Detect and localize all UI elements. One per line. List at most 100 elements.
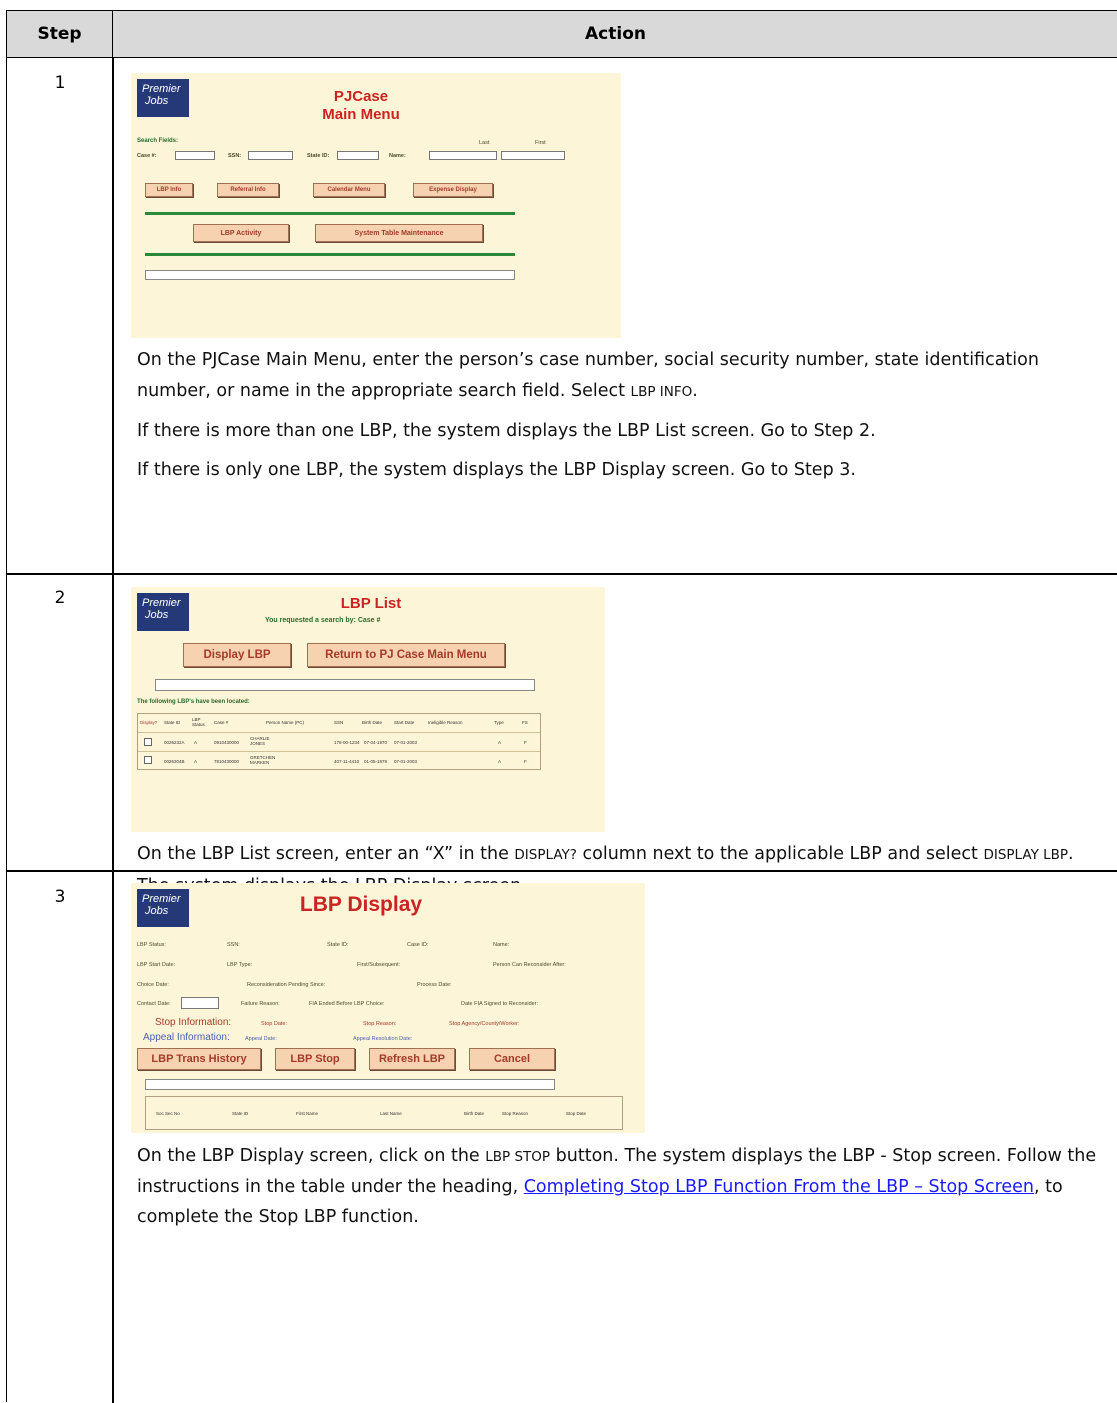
case-label: Case #: — [137, 153, 157, 159]
stop-information-label: Stop Information: — [155, 1017, 232, 1028]
cell-person-name: GRETCHEN MARKEN — [250, 755, 276, 765]
col-birth-date: Birth Date — [362, 720, 383, 725]
cell-ssn: 407-11-4410 — [334, 759, 360, 764]
step-1-paragraph-3: If there is only one LBP, the system dis… — [137, 460, 856, 480]
col-type: Type — [494, 720, 504, 725]
name-label: Name: — [389, 153, 406, 159]
process-date-label: Process Date: — [417, 982, 452, 988]
col-state-id: State ID — [232, 1111, 249, 1116]
cell-birth-date: 01-05-1979 — [364, 759, 388, 764]
name-label: Name: — [493, 942, 510, 948]
state-id-input[interactable] — [337, 151, 379, 160]
contact-date-input[interactable] — [181, 997, 219, 1009]
system-table-maintenance-button[interactable]: System Table Maintenance — [315, 224, 483, 242]
cell-fs: F — [524, 740, 527, 745]
lbp-trans-history-button[interactable]: LBP Trans History — [137, 1048, 261, 1070]
return-main-menu-button[interactable]: Return to PJ Case Main Menu — [307, 643, 505, 667]
expense-display-button[interactable]: Expense Display — [413, 183, 493, 197]
stop-agency-label: Stop Agency/County/Worker: — [449, 1021, 520, 1027]
pjcase-main-menu-screenshot: Premier Jobs PJCase Main Menu Search Fiel… — [131, 73, 621, 338]
step-1-instructions: On the PJCase Main Menu, enter the perso… — [137, 345, 1107, 494]
col-stop-date: Stop Date — [566, 1111, 587, 1116]
screen-title: LBP Display — [299, 893, 423, 916]
col-stop-reason: Stop Reason — [502, 1111, 529, 1116]
row-separator — [7, 573, 1117, 575]
calendar-menu-button[interactable]: Calendar Menu — [313, 183, 385, 197]
col-first-name: First Name — [296, 1111, 319, 1116]
appeal-date-label: Appeal Date: — [245, 1036, 277, 1042]
reconsideration-pending-label: Reconsideration Pending Since: — [247, 982, 326, 988]
lbp-start-date-label: LBP Start Date: — [137, 962, 176, 968]
cell-case: 7810430000 — [214, 759, 240, 764]
contact-date-label: Contact Date: — [137, 1001, 171, 1007]
cell-state-id: 0026304B — [164, 759, 185, 764]
choice-date-label: Choice Date: — [137, 982, 169, 988]
failure-reason-label: Failure Reason: — [241, 1001, 280, 1007]
lbp-display-table: Soc Sec No State ID First Name Last Name… — [145, 1096, 623, 1130]
col-start-date: Start Date — [394, 720, 415, 725]
col-last-name: Last Name — [380, 1111, 402, 1116]
ssn-label: SSN: — [227, 942, 240, 948]
divider — [145, 253, 515, 256]
col-case: Case # — [214, 720, 229, 725]
col-soc-sec-no: Soc Sec No — [156, 1111, 180, 1116]
premier-jobs-logo: Premier Jobs — [137, 593, 189, 631]
stop-date-label: Stop Date: — [261, 1021, 287, 1027]
first-name-input[interactable] — [501, 151, 565, 160]
message-bar — [145, 1079, 555, 1090]
cell-person-name: CHARLIE JONES — [250, 736, 270, 746]
first-subsequent-label: First/Subsequent: — [357, 962, 401, 968]
step-3-instructions: On the LBP Display screen, click on the … — [137, 1141, 1107, 1240]
lbp-list-table: Display? State ID LBP Status Case # Pers… — [137, 713, 541, 770]
lbp-activity-button[interactable]: LBP Activity — [193, 224, 289, 242]
col-state-id: State ID — [164, 720, 181, 725]
display-lbp-button[interactable]: Display LBP — [183, 643, 291, 667]
case-id-label: Case ID: — [407, 942, 429, 948]
appeal-resolution-date-label: Appeal Resolution Date: — [353, 1036, 413, 1042]
cell-birth-date: 07-04-1970 — [364, 740, 388, 745]
table-header-row: Step Action — [7, 11, 1117, 58]
cell-status: A — [194, 759, 198, 764]
cell-fs: F — [524, 759, 527, 764]
appeal-information-label: Appeal Information: — [143, 1032, 230, 1043]
procedure-document: Step Action 1 Premier Jobs PJCase Main Me… — [0, 0, 1117, 1403]
located-label: The following LBP's have been located: — [137, 699, 250, 705]
col-fs: FS — [522, 720, 528, 725]
search-fields-label: Search Fields: — [137, 138, 179, 144]
step-1-paragraph-1: On the PJCase Main Menu, enter the perso… — [137, 350, 1039, 401]
refresh-lbp-button[interactable]: Refresh LBP — [369, 1048, 455, 1070]
col-lbp-status: LBP Status — [192, 717, 205, 727]
last-name-input[interactable] — [429, 151, 497, 160]
fia-ended-label: FIA Ended Before LBP Choice: — [309, 1001, 385, 1007]
cancel-button[interactable]: Cancel — [469, 1048, 555, 1070]
ssn-label: SSN: — [228, 153, 242, 159]
cell-status: A — [194, 740, 198, 745]
col-ssn: SSN — [334, 720, 344, 725]
step-number: 1 — [54, 73, 66, 93]
last-label: Last — [479, 140, 490, 146]
lbp-stop-button[interactable]: LBP Stop — [275, 1048, 355, 1070]
col-person-name: Person Name (PC) — [266, 720, 305, 725]
completing-stop-lbp-link[interactable]: Completing Stop LBP Function From the LB… — [524, 1177, 1034, 1197]
ssn-input[interactable] — [248, 151, 293, 160]
cell-type: A — [498, 759, 502, 764]
step-number: 2 — [54, 588, 66, 608]
step-1-paragraph-2: If there is more than one LBP, the syste… — [137, 421, 876, 441]
col-ineligible-reason: Ineligible Reason — [428, 720, 463, 725]
cell-case: 0910430000 — [214, 740, 240, 745]
divider — [145, 212, 515, 215]
first-label: First — [535, 140, 546, 146]
cell-ssn: 178-00-1234 — [334, 740, 360, 745]
display-checkbox[interactable] — [144, 756, 152, 764]
case-input[interactable] — [175, 151, 215, 160]
header-action: Action — [585, 24, 646, 44]
message-bar — [145, 270, 515, 280]
header-step: Step — [7, 11, 113, 57]
screen-title: PJCase Main Menu — [322, 88, 400, 123]
procedure-table: Step Action 1 Premier Jobs PJCase Main Me… — [6, 10, 1117, 1403]
referral-info-button[interactable]: Referral Info — [217, 183, 279, 197]
display-checkbox[interactable] — [144, 738, 152, 746]
lbp-type-label: LBP Type: — [227, 962, 253, 968]
lbp-info-button[interactable]: LBP Info — [145, 183, 193, 197]
col-display: Display? — [140, 720, 158, 725]
